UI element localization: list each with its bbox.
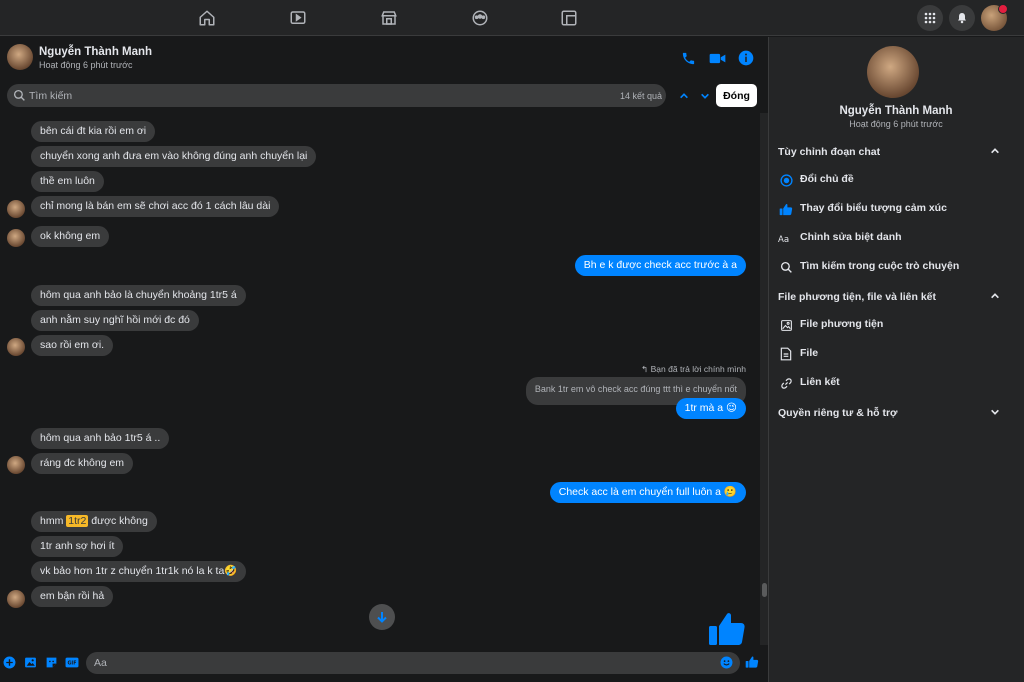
scroll-to-bottom-button[interactable] xyxy=(369,604,395,630)
message-incoming[interactable]: thề em luôn xyxy=(31,171,104,192)
sender-avatar xyxy=(7,590,25,608)
top-navigation-bar xyxy=(0,0,1024,36)
change-emoji-item[interactable]: Thay đổi biểu tượng cảm xúc xyxy=(776,197,1012,221)
message-outgoing[interactable]: Bh e k được check acc trước à a xyxy=(574,255,746,276)
contact-name[interactable]: Nguyễn Thành Manh xyxy=(39,46,152,58)
image-icon xyxy=(778,317,794,333)
reply-note: ↰ Bạn đã trả lời chính mình xyxy=(641,364,746,374)
gif-icon[interactable]: GIF xyxy=(65,655,79,669)
video-icon[interactable] xyxy=(708,49,726,67)
contact-avatar[interactable] xyxy=(7,44,33,70)
chevron-up-icon[interactable] xyxy=(988,144,1002,158)
message-incoming[interactable]: hmm 1tr2 được không xyxy=(31,511,157,532)
sender-avatar xyxy=(7,456,25,474)
svg-text:GIF: GIF xyxy=(67,660,76,666)
contact-status: Hoạt động 6 phút trước xyxy=(39,60,133,70)
chevron-down-icon[interactable] xyxy=(698,89,712,103)
search-icon xyxy=(778,259,794,275)
close-search-button[interactable]: Đóng xyxy=(716,84,757,107)
text-aa-icon: Aa xyxy=(778,230,794,246)
message-incoming[interactable]: em bận rồi hả xyxy=(31,586,114,607)
svg-text:Aa: Aa xyxy=(778,234,789,244)
files-item[interactable]: File xyxy=(776,342,1012,366)
chevron-up-icon[interactable] xyxy=(988,289,1002,303)
search-input[interactable] xyxy=(29,85,569,106)
sender-avatar xyxy=(7,229,25,247)
message-outgoing[interactable]: 1tr mà a 😉 xyxy=(675,398,746,419)
change-theme-item[interactable]: Đổi chủ đề xyxy=(776,168,1012,192)
message-incoming[interactable]: bên cái đt kia rồi em ơi xyxy=(31,121,156,142)
chat-header xyxy=(0,37,766,79)
emoji-icon[interactable] xyxy=(719,655,733,669)
message-incoming[interactable]: vk bảo hơn 1tr z chuyển 1tr1k nó la k ta… xyxy=(31,561,247,582)
image-icon[interactable] xyxy=(23,655,37,669)
chevron-down-icon[interactable] xyxy=(988,405,1002,419)
chevron-up-icon[interactable] xyxy=(677,89,691,103)
home-icon[interactable] xyxy=(195,6,219,30)
search-highlight: 1tr2 xyxy=(66,515,89,527)
contact-avatar-large[interactable] xyxy=(867,46,919,98)
info-icon[interactable] xyxy=(737,49,755,67)
privacy-support-section[interactable]: Quyền riêng tư & hỗ trợ xyxy=(778,407,898,419)
search-icon xyxy=(13,89,26,102)
message-scrollbar[interactable] xyxy=(760,113,768,645)
scrollbar-thumb[interactable] xyxy=(762,583,767,597)
message-incoming[interactable]: chỉ mong là bán em sẽ chơi acc đó 1 cách… xyxy=(31,196,280,217)
sender-avatar xyxy=(7,200,25,218)
theme-icon xyxy=(778,172,794,188)
sticker-icon[interactable] xyxy=(44,655,58,669)
file-icon xyxy=(778,346,794,362)
watch-icon[interactable] xyxy=(286,6,310,30)
search-result-count: 14 kết quả xyxy=(620,91,663,101)
bell-icon[interactable] xyxy=(949,5,975,31)
link-icon xyxy=(778,375,794,391)
customize-chat-section[interactable]: Tùy chỉnh đoạn chat xyxy=(778,146,880,158)
plus-icon[interactable] xyxy=(2,655,16,669)
menu-grid-icon[interactable] xyxy=(917,5,943,31)
groups-icon[interactable] xyxy=(468,6,492,30)
search-in-conversation-item[interactable]: Tìm kiếm trong cuộc trò chuyện xyxy=(776,255,1012,279)
edit-nicknames-item[interactable]: Aa Chỉnh sửa biệt danh xyxy=(776,226,1012,250)
panel-contact-status: Hoạt động 6 phút trước xyxy=(849,119,943,129)
message-incoming[interactable]: 1tr anh sợ hơi ít xyxy=(31,536,124,557)
message-incoming[interactable]: anh nằm suy nghĩ hồi mới đc đó xyxy=(31,310,199,331)
media-files-item[interactable]: File phương tiện xyxy=(776,313,1012,337)
sender-avatar xyxy=(7,338,25,356)
panel-contact-name[interactable]: Nguyễn Thành Manh xyxy=(768,105,1024,117)
like-icon xyxy=(707,611,747,647)
message-incoming[interactable]: ráng đc không em xyxy=(31,453,134,474)
message-outgoing[interactable]: Check acc là em chuyển full luôn a 🥲 xyxy=(549,482,746,503)
media-files-links-section[interactable]: File phương tiện, file và liên kết xyxy=(778,291,936,303)
like-icon[interactable] xyxy=(745,655,759,669)
message-incoming[interactable]: chuyển xong anh đưa em vào không đúng an… xyxy=(31,146,317,167)
phone-icon[interactable] xyxy=(679,49,697,67)
message-incoming[interactable]: ok không em xyxy=(31,226,110,247)
gaming-icon[interactable] xyxy=(557,6,581,30)
message-input[interactable] xyxy=(94,653,704,673)
message-incoming[interactable]: hôm qua anh bảo là chuyển khoảng 1tr5 á xyxy=(31,285,246,306)
links-item[interactable]: Liên kết xyxy=(776,371,1012,395)
message-incoming[interactable]: sao rồi em ơi. xyxy=(31,335,114,356)
notification-dot xyxy=(998,4,1008,14)
message-incoming[interactable]: hôm qua anh bảo 1tr5 á .. xyxy=(31,428,170,449)
like-icon xyxy=(778,201,794,217)
marketplace-icon[interactable] xyxy=(377,6,401,30)
